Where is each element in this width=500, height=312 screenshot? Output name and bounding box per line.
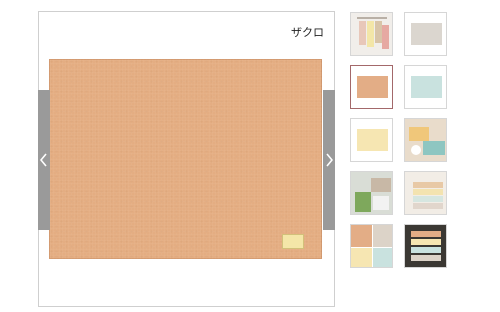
thumbnail-pomegranate-mat[interactable]: [350, 65, 393, 109]
product-image-viewer: ザクロ: [38, 11, 335, 307]
thumbnail-table-setting[interactable]: [404, 118, 447, 162]
thumbnail-color-stack[interactable]: [404, 224, 447, 268]
next-image-button[interactable]: [323, 90, 335, 230]
color-name-caption: ザクロ: [291, 26, 324, 39]
chevron-right-icon: [326, 153, 333, 167]
thumbnail-beige-mat[interactable]: [404, 12, 447, 56]
chevron-left-icon: [40, 153, 47, 167]
thumbnail-mint-mat[interactable]: [404, 65, 447, 109]
thumbnail-collage-set[interactable]: [350, 224, 393, 268]
thumbnail-yellow-mat[interactable]: [350, 118, 393, 162]
previous-image-button[interactable]: [38, 90, 50, 230]
thumbnail-bathroom-scene[interactable]: [350, 171, 393, 215]
product-main-image: [49, 59, 322, 259]
thumbnail-folded-towels[interactable]: [404, 171, 447, 215]
product-tag-label: [282, 234, 304, 249]
thumbnail-towels-hanging[interactable]: [350, 12, 393, 56]
